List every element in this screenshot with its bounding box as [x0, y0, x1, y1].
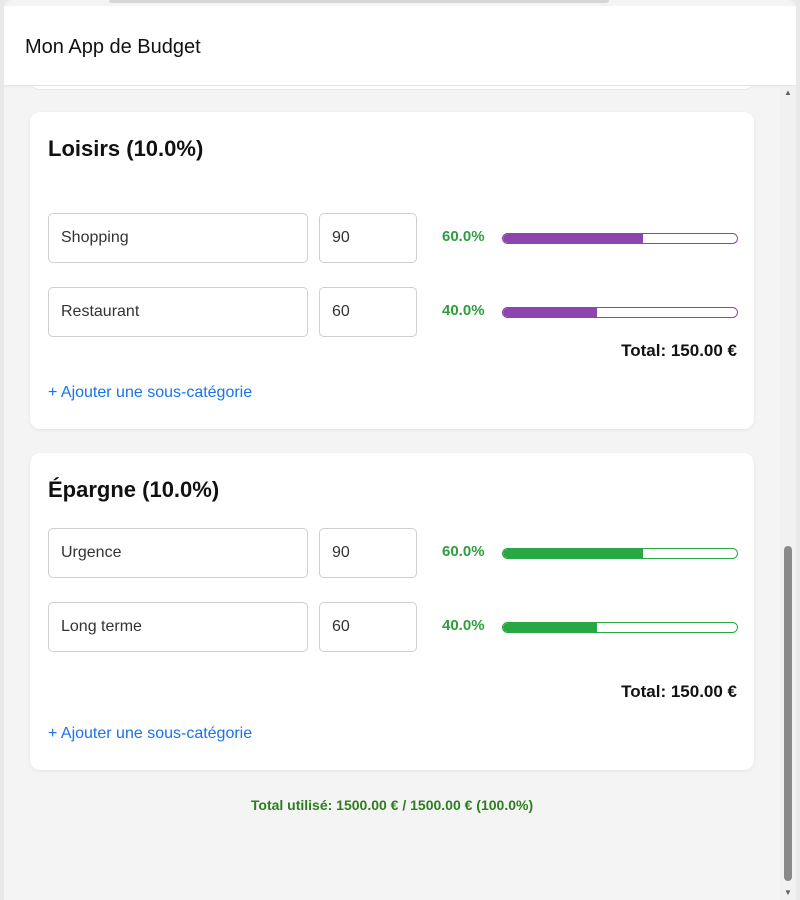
subcategory-name-input[interactable]: [48, 213, 308, 263]
progress-bar-fill: [503, 308, 597, 317]
progress-bar-fill: [503, 623, 597, 632]
category-total: Total: 150.00 €: [621, 341, 737, 360]
subcategory-amount-input[interactable]: [319, 528, 417, 578]
category-title: Loisirs (10.0%): [48, 136, 204, 161]
category-card-loisirs: Loisirs (10.0%) 60.0% 40.0% Total: 150.0…: [30, 112, 754, 429]
subcategory-name-input[interactable]: [48, 528, 308, 578]
subcategory-name-input[interactable]: [48, 287, 308, 337]
add-subcategory-link[interactable]: + Ajouter une sous-catégorie: [48, 384, 252, 402]
category-card-epargne: Épargne (10.0%) 60.0% 40.0% Total: 150.0…: [30, 453, 754, 770]
category-title: Épargne (10.0%): [48, 477, 220, 502]
app-title: Mon App de Budget: [25, 36, 201, 58]
scrollbar-thumb[interactable]: [784, 546, 792, 881]
subcategory-progress-bar: [502, 233, 738, 244]
scroll-down-arrow-icon[interactable]: ▼: [780, 886, 796, 900]
add-subcategory-link[interactable]: + Ajouter une sous-catégorie: [48, 725, 252, 743]
vertical-scrollbar[interactable]: ▲ ▼: [780, 86, 796, 900]
subcategory-name-input[interactable]: [48, 602, 308, 652]
previous-category-card: [30, 86, 754, 90]
subcategory-amount-input[interactable]: [319, 213, 417, 263]
subcategory-row: 40.0%: [48, 287, 738, 337]
window-top-edge: [109, 0, 609, 3]
subcategory-percent: 40.0%: [442, 617, 485, 634]
subcategory-row: 60.0%: [48, 528, 738, 578]
subcategory-percent: 40.0%: [442, 302, 485, 319]
subcategory-progress-bar: [502, 307, 738, 318]
subcategory-progress-bar: [502, 548, 738, 559]
progress-bar-fill: [503, 549, 644, 558]
subcategory-percent: 60.0%: [442, 228, 485, 245]
subcategory-progress-bar: [502, 622, 738, 633]
subcategory-row: 40.0%: [48, 602, 738, 652]
progress-bar-fill: [503, 234, 644, 243]
subcategory-percent: 60.0%: [442, 543, 485, 560]
category-total: Total: 150.00 €: [621, 682, 737, 701]
subcategory-amount-input[interactable]: [319, 287, 417, 337]
app-window: Mon App de Budget Loisirs (10.0%) 60.0% …: [4, 0, 796, 900]
main-content: Loisirs (10.0%) 60.0% 40.0% Total: 150.0…: [4, 86, 780, 900]
grand-total-summary: Total utilisé: 1500.00 € / 1500.00 € (10…: [250, 797, 534, 813]
subcategory-amount-input[interactable]: [319, 602, 417, 652]
scroll-up-arrow-icon[interactable]: ▲: [780, 86, 796, 100]
app-header: Mon App de Budget: [4, 6, 796, 86]
subcategory-row: 60.0%: [48, 213, 738, 263]
